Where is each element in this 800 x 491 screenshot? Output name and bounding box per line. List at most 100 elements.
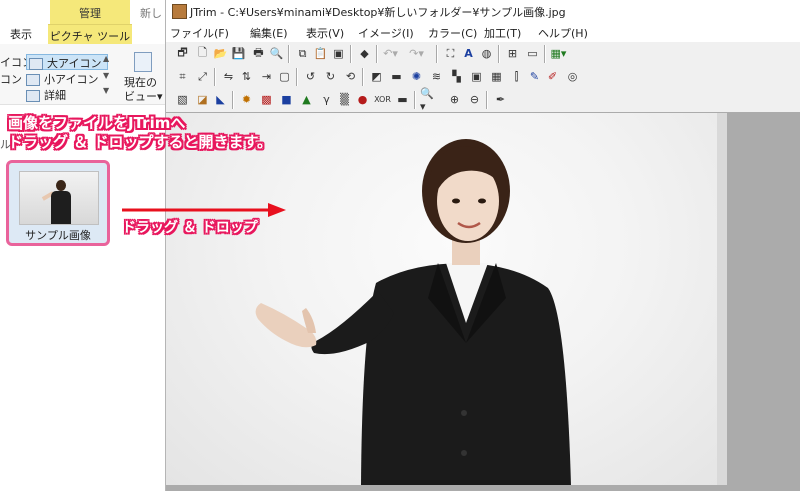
dither-icon[interactable]: ▒ [336,91,353,108]
large-icons-label: 大アイコン [47,57,102,70]
fit-window-icon[interactable]: ⛶ [442,45,459,62]
gamma-icon[interactable]: γ [318,91,335,108]
toolbar-separator [362,68,364,86]
tab-new-partial[interactable]: 新し [140,5,162,21]
sparkle-icon[interactable]: ✺ [408,68,425,85]
ribbon-tab-bar: 管理 新し 表示 ピクチャ ツール [0,0,165,45]
paste-new-icon[interactable]: ▣ [330,45,347,62]
zoom-out-icon[interactable]: ⊖ [466,91,483,108]
current-view-dropdown-label: ビュー▾ [124,90,163,103]
jtrim-app-icon[interactable] [172,4,187,19]
toolbar-image: ⌗ ⤢ ⇋ ⇅ ⇥ ▢ ↺ ↻ ⟲ ◩ ▬ ✺ ≋ ▚ ▣ ▦ ⫿ ✎ ✐ ◎ [170,66,798,88]
print-preview-icon[interactable]: 🔍 [268,45,285,62]
tile-icon[interactable]: ⊞ [504,45,521,62]
menu-view[interactable]: 表示(V) [306,25,344,41]
perspective-icon[interactable]: ⫿ [508,68,525,85]
flip-vertical-icon[interactable]: ⇅ [238,68,255,85]
capture-icon[interactable]: ◆ [356,45,373,62]
menu-image[interactable]: イメージ(I) [358,25,414,41]
open-folder-icon[interactable]: 📂 [212,45,229,62]
mosaic-icon[interactable]: ▚ [448,68,465,85]
trim-border-icon[interactable]: ⇥ [258,68,275,85]
zoom-in-icon[interactable]: ⊕ [446,91,463,108]
tab-view[interactable]: 表示 [10,26,32,42]
jtrim-window: JTrim - C:¥Users¥minami¥Desktop¥新しいフォルダー… [165,0,800,491]
layout-option-partial-2[interactable]: コン [0,71,22,87]
grid-dropdown-icon[interactable]: ▦▾ [550,45,567,62]
window-title: JTrim - C:¥Users¥minami¥Desktop¥新しいフォルダー… [190,6,566,19]
menu-file[interactable]: ファイル(F) [170,25,229,41]
xor-icon[interactable]: XOR [374,91,391,108]
image-woman-in-suit [166,113,717,485]
rotate-left-icon[interactable]: ↺ [302,68,319,85]
file-thumbnail [19,171,99,225]
instruction-line-2: ドラッグ ＆ ドロップすると開きます。 [8,133,272,151]
menu-color[interactable]: カラー(C) [428,25,477,41]
spotlight-icon[interactable]: ▣ [468,68,485,85]
small-icons-icon [26,74,40,86]
grid-effect-icon[interactable]: ▦ [488,68,505,85]
zoom-dropdown-icon[interactable]: 🔍▾ [420,87,437,113]
text-icon[interactable]: A [460,45,477,62]
tab-manage[interactable]: 管理 [50,0,130,24]
resize-icon[interactable]: ⤢ [194,68,211,85]
menu-effect[interactable]: 加工(T) [484,25,521,41]
instruction-line-1: 画像をファイルをJTrimへ [8,114,186,132]
menu-help[interactable]: ヘルプ(H) [538,25,588,41]
bevel-icon[interactable]: ▬ [388,68,405,85]
eraser-icon[interactable]: ✐ [544,68,561,85]
title-bar[interactable]: JTrim - C:¥Users¥minami¥Desktop¥新しいフォルダー… [166,0,800,22]
scroll-up-arrow-icon[interactable]: ▲ [103,54,109,63]
undo-icon[interactable]: ↶▾ [382,45,399,62]
paste-icon[interactable]: 📋 [312,45,329,62]
print-icon[interactable]: 🖶 [250,45,267,62]
grid-circle-icon[interactable]: ◍ [478,45,495,62]
pen-icon[interactable]: ✎ [526,68,543,85]
drag-drop-label: ドラッグ ＆ ドロップ [122,220,258,236]
sepia-icon[interactable]: ◪ [194,91,211,108]
image-canvas[interactable] [166,112,800,491]
small-icons-label: 小アイコン [44,73,99,86]
brightness-icon[interactable]: ✹ [238,91,255,108]
rotate-right-icon[interactable]: ↻ [322,68,339,85]
expand-gallery-icon[interactable]: ▼ [103,86,109,95]
color-balance-icon[interactable]: ▩ [258,91,275,108]
hue-icon[interactable]: ■ [278,91,295,108]
rotate-free-icon[interactable]: ⟲ [342,68,359,85]
file-name: サンプル画像 [25,229,91,242]
toolbar-separator [498,45,500,63]
menu-edit[interactable]: 編集(E) [250,25,288,41]
swirl-icon[interactable]: ◎ [564,68,581,85]
save-icon[interactable]: 💾 [230,45,247,62]
file-item-sample-image[interactable]: サンプル画像 [6,160,110,246]
toolbar-separator [232,91,234,109]
film-strip-icon[interactable]: ▭ [524,45,541,62]
redo-icon[interactable]: ↷▾ [408,45,425,62]
current-view-button[interactable]: 現在の ビュー▾ [120,50,164,103]
layout-option-large-icons[interactable]: 大アイコン [26,54,109,70]
layout-option-details[interactable]: 詳細 [26,87,66,102]
shadow-icon[interactable]: ◩ [368,68,385,85]
landscape-icon[interactable]: ▲ [298,91,315,108]
eyedropper-icon[interactable]: ✒ [492,91,509,108]
thumbnail-figure-body [51,191,71,224]
toolbar-separator [350,45,352,63]
tab-picture-tools[interactable]: ピクチャ ツール [48,24,132,45]
explorer-window: 管理 新し 表示 ピクチャ ツール イコン コン 大アイコン 小アイコン 詳細 … [0,0,165,491]
new-window-icon[interactable]: 🗗 [174,45,191,62]
scroll-down-arrow-icon[interactable]: ▼ [103,71,109,80]
rgb-icon[interactable]: ● [354,91,371,108]
layout-option-small-icons[interactable]: 小アイコン [26,71,99,86]
flip-horizontal-icon[interactable]: ⇋ [220,68,237,85]
frame-icon[interactable]: ▢ [276,68,293,85]
toolbar-separator [288,45,290,63]
wave-icon[interactable]: ≋ [428,68,445,85]
grayscale-icon[interactable]: ▧ [174,91,191,108]
crop-icon[interactable]: ⌗ [174,68,191,85]
toolbar-separator [436,45,438,63]
details-label: 詳細 [44,89,66,102]
negative-icon[interactable]: ◣ [212,91,229,108]
copy-icon[interactable]: ⧉ [294,45,311,62]
threshold-icon[interactable]: ▬ [394,91,411,108]
new-file-icon[interactable]: 🗋 [194,45,211,62]
